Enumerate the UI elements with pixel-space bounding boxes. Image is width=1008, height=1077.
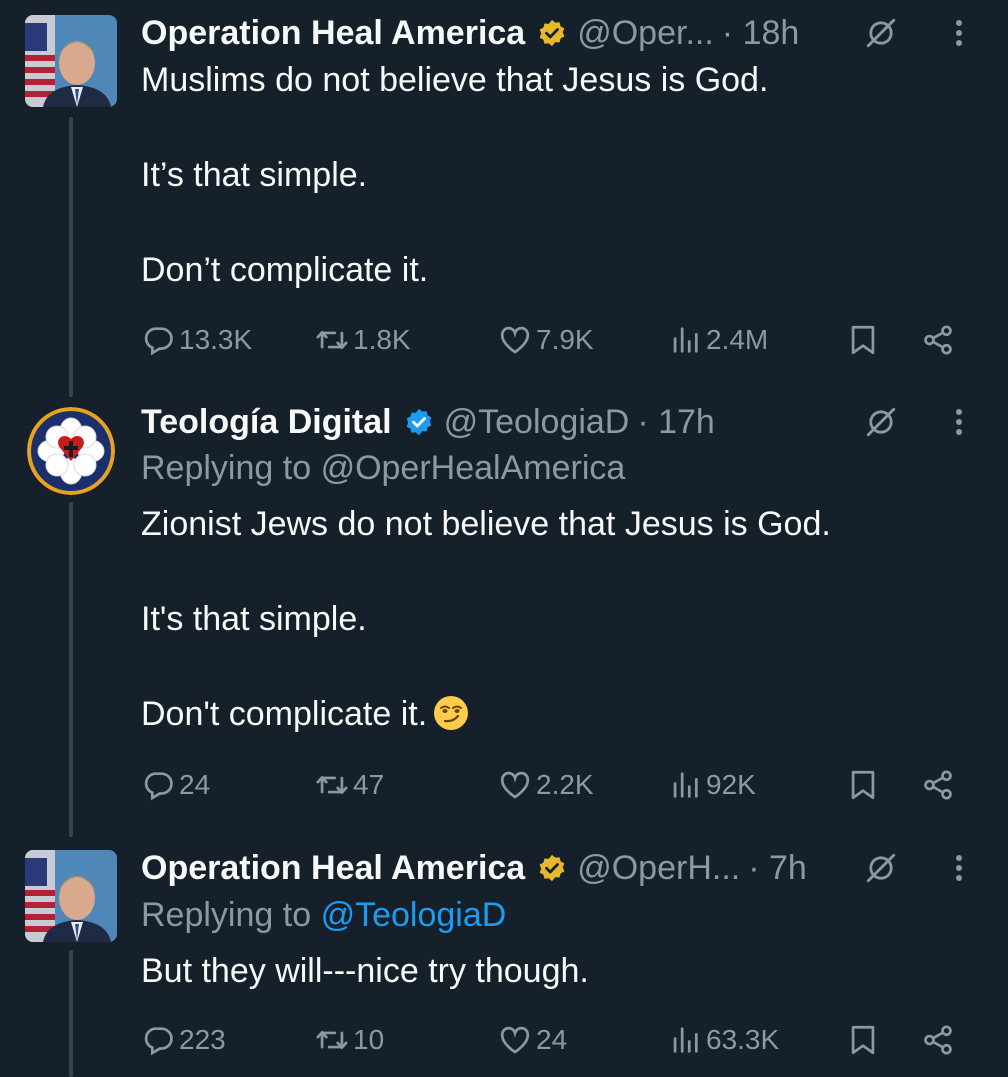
gold-verified-badge-icon[interactable] — [537, 18, 567, 48]
like-button[interactable]: 2.2K — [498, 763, 594, 807]
timestamp[interactable]: · 7h — [748, 849, 807, 888]
tweet-text: But they will---nice try though. — [141, 952, 589, 990]
reply-button[interactable]: 13.3K — [141, 318, 252, 362]
like-count: 24 — [536, 1024, 568, 1055]
reply-count: 24 — [179, 769, 211, 800]
repost-count: 47 — [353, 769, 385, 800]
share-icon — [921, 323, 955, 357]
bookmark-icon — [846, 768, 880, 802]
grok-icon[interactable] — [864, 405, 898, 439]
timestamp[interactable]: · 18h — [722, 14, 800, 53]
view-count: 63.3K — [706, 1024, 780, 1055]
replying-to-label: Replying to — [141, 896, 312, 934]
avatar[interactable] — [25, 850, 117, 942]
views-icon — [668, 1023, 702, 1057]
view-count: 2.4M — [706, 324, 769, 355]
avatar[interactable] — [25, 15, 117, 107]
share-button[interactable] — [921, 318, 959, 362]
bookmark-icon — [846, 323, 880, 357]
view-count: 92K — [706, 769, 756, 800]
replying-to-handle[interactable]: @OperHealAmerica — [321, 449, 626, 487]
repost-button[interactable]: 47 — [315, 763, 384, 807]
tweet-header: Operation Heal America @OperH... · 7h — [141, 843, 968, 893]
heart-icon — [498, 1023, 532, 1057]
smirk-emoji-icon — [434, 696, 469, 730]
repost-icon — [315, 323, 349, 357]
tweet-text: Zionist Jews do not believe that Jesus i… — [141, 501, 831, 739]
action-bar: 13.3K 1.8K 7.9K 2.4M — [141, 318, 961, 362]
reply-button[interactable]: 223 — [141, 1018, 226, 1062]
action-bar: 223 10 24 63.3K — [141, 1018, 961, 1062]
tweet[interactable]: Operation Heal America @OperH... · 7h Re… — [0, 840, 1008, 1077]
share-button[interactable] — [921, 763, 959, 807]
display-name[interactable]: Operation Heal America — [141, 14, 525, 53]
views-icon — [668, 323, 702, 357]
avatar[interactable] — [27, 407, 115, 495]
tweet[interactable]: Teología Digital @TeologiaD · 17h Replyi… — [0, 397, 1008, 837]
replying-to-handle[interactable]: @TeologiaD — [321, 896, 507, 934]
like-count: 2.2K — [536, 769, 594, 800]
reply-icon — [141, 768, 175, 802]
like-button[interactable]: 7.9K — [498, 318, 594, 362]
replying-to: Replying to @TeologiaD — [141, 896, 506, 935]
gold-verified-badge-icon[interactable] — [537, 853, 567, 883]
tweet-header: Operation Heal America @Oper... · 18h — [141, 8, 968, 58]
heart-icon — [498, 323, 532, 357]
display-name[interactable]: Teología Digital — [141, 403, 392, 442]
reply-button[interactable]: 24 — [141, 763, 210, 807]
tweet-text-body: Zionist Jews do not believe that Jesus i… — [141, 505, 831, 733]
more-vertical-icon[interactable] — [954, 16, 964, 50]
reply-icon — [141, 1023, 175, 1057]
blue-verified-badge-icon[interactable] — [404, 407, 434, 437]
thread-line — [69, 502, 73, 837]
thread-line — [69, 117, 73, 397]
repost-count: 1.8K — [353, 324, 411, 355]
reply-count: 223 — [179, 1024, 226, 1055]
reply-count: 13.3K — [179, 324, 253, 355]
repost-button[interactable]: 1.8K — [315, 318, 411, 362]
grok-icon[interactable] — [864, 851, 898, 885]
grok-icon[interactable] — [864, 16, 898, 50]
views-button[interactable]: 63.3K — [668, 1018, 779, 1062]
bookmark-icon — [846, 1023, 880, 1057]
action-bar: 24 47 2.2K 92K — [141, 763, 961, 807]
share-icon — [921, 768, 955, 802]
handle[interactable]: @Oper... — [577, 14, 714, 53]
repost-icon — [315, 1023, 349, 1057]
tweet-header: Teología Digital @TeologiaD · 17h — [141, 397, 968, 447]
replying-to-label: Replying to — [141, 449, 312, 487]
repost-button[interactable]: 10 — [315, 1018, 384, 1062]
more-vertical-icon[interactable] — [954, 405, 964, 439]
tweet[interactable]: Operation Heal America @Oper... · 18h Mu… — [0, 0, 1008, 397]
tweet-text: Muslims do not believe that Jesus is God… — [141, 61, 769, 289]
bookmark-button[interactable] — [846, 763, 884, 807]
display-name[interactable]: Operation Heal America — [141, 849, 525, 888]
timestamp[interactable]: · 17h — [637, 403, 715, 442]
like-count: 7.9K — [536, 324, 594, 355]
replying-to: Replying to @OperHealAmerica — [141, 449, 625, 488]
more-vertical-icon[interactable] — [954, 851, 964, 885]
like-button[interactable]: 24 — [498, 1018, 567, 1062]
thread-line — [69, 950, 73, 1077]
views-button[interactable]: 92K — [668, 763, 756, 807]
bookmark-button[interactable] — [846, 318, 884, 362]
repost-count: 10 — [353, 1024, 385, 1055]
heart-icon — [498, 768, 532, 802]
bookmark-button[interactable] — [846, 1018, 884, 1062]
share-icon — [921, 1023, 955, 1057]
handle[interactable]: @TeologiaD — [444, 403, 630, 442]
share-button[interactable] — [921, 1018, 959, 1062]
views-icon — [668, 768, 702, 802]
repost-icon — [315, 768, 349, 802]
views-button[interactable]: 2.4M — [668, 318, 768, 362]
handle[interactable]: @OperH... — [577, 849, 740, 888]
reply-icon — [141, 323, 175, 357]
